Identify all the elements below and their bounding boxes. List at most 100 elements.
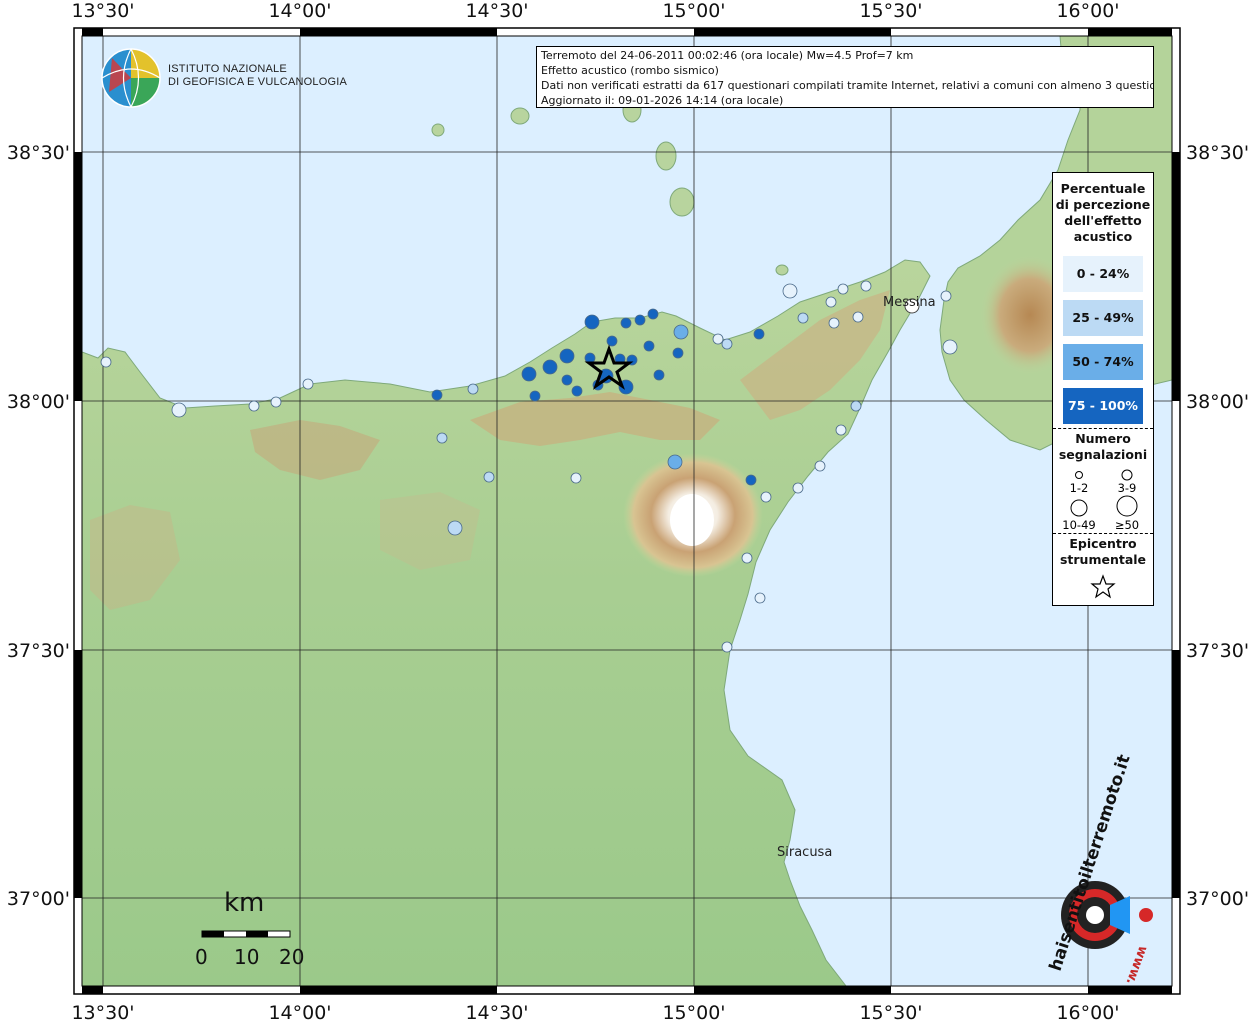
questionnaire-marker xyxy=(828,317,840,329)
siracusa-label: Siracusa xyxy=(777,845,832,860)
institute-name: ISTITUTO NAZIONALE DI GEOFISICA E VULCAN… xyxy=(168,63,347,89)
questionnaire-marker xyxy=(835,424,847,436)
right-tick-label: 38°30' xyxy=(1186,142,1249,164)
right-tick-label: 37°00' xyxy=(1186,888,1249,910)
questionnaire-marker xyxy=(171,402,187,418)
questionnaire-marker xyxy=(467,383,479,395)
legend-separator xyxy=(1053,533,1153,534)
legend-class-25-49: 25 - 49% xyxy=(1063,300,1143,336)
bottom-tick-label: 15°30' xyxy=(859,1002,922,1024)
questionnaire-marker xyxy=(248,400,260,412)
bottom-tick-label: 14°00' xyxy=(268,1002,331,1024)
island-stromboli xyxy=(775,264,789,276)
legend-title-line: Percentuale xyxy=(1060,181,1146,196)
questionnaire-marker xyxy=(653,369,665,381)
questionnaire-marker xyxy=(825,296,837,308)
effect-line: Effetto acustico (rombo sismico) xyxy=(541,64,719,77)
questionnaire-marker xyxy=(634,314,646,326)
questionnaire-marker xyxy=(940,290,952,302)
questionnaire-marker xyxy=(745,474,757,486)
data-note-line: Dati non verificati estratti da 617 ques… xyxy=(541,79,1154,92)
questionnaire-marker xyxy=(782,283,798,299)
legend-class-75-100: 75 - 100% xyxy=(1063,388,1143,424)
legend-title-line: di percezione xyxy=(1055,197,1151,212)
legend-title-line: acustico xyxy=(1073,229,1133,244)
updated-line: Aggiornato il: 09-01-2026 14:14 (ora loc… xyxy=(541,94,784,107)
bottom-tick-label: 14°30' xyxy=(465,1002,528,1024)
legend-count-title-line: Numero xyxy=(1075,431,1131,446)
right-tick-label: 37°30' xyxy=(1186,640,1249,662)
bottom-tick-label: 15°00' xyxy=(662,1002,725,1024)
questionnaire-marker xyxy=(721,338,733,350)
scale-label: 0 xyxy=(195,945,208,969)
ingv-logo xyxy=(101,48,161,108)
questionnaire-marker xyxy=(942,339,958,355)
legend-count-title-line: segnalazioni xyxy=(1058,447,1148,462)
questionnaire-marker xyxy=(850,400,862,412)
island-alicudi xyxy=(431,123,445,137)
bottom-axis-labels: 13°30' 14°00' 14°30' 15°00' 15°30' 16°00… xyxy=(71,1002,1119,1024)
top-axis-labels: 13°30' 14°00' 14°30' 15°00' 15°30' 16°00… xyxy=(71,0,1119,22)
questionnaire-marker xyxy=(570,472,582,484)
questionnaire-marker xyxy=(753,328,765,340)
scale-bar xyxy=(201,930,291,938)
questionnaire-marker xyxy=(561,374,573,386)
legend-title-line: dell'effetto xyxy=(1064,213,1142,228)
legend-star-icon xyxy=(1090,574,1116,599)
questionnaire-marker xyxy=(483,471,495,483)
right-axis-labels: 38°30' 38°00' 37°30' 37°00' xyxy=(1186,142,1249,910)
questionnaire-marker xyxy=(559,348,575,364)
top-tick-label: 13°30' xyxy=(71,0,134,22)
questionnaire-marker xyxy=(620,317,632,329)
questionnaire-marker xyxy=(792,482,804,494)
questionnaire-marker xyxy=(584,314,600,330)
institute-line-1: ISTITUTO NAZIONALE xyxy=(168,63,287,75)
questionnaire-marker xyxy=(447,520,463,536)
left-tick-label: 37°30' xyxy=(7,640,70,662)
scale-label: 10 xyxy=(234,945,260,969)
questionnaire-marker xyxy=(436,432,448,444)
questionnaire-marker xyxy=(712,333,724,345)
questionnaire-marker xyxy=(860,280,872,292)
questionnaire-marker xyxy=(667,454,683,470)
questionnaire-marker xyxy=(606,335,618,347)
right-tick-label: 38°00' xyxy=(1186,391,1249,413)
questionnaire-marker xyxy=(673,324,689,340)
legend-title: Percentuale di percezione dell'effetto a… xyxy=(1053,181,1153,245)
legend-separator xyxy=(1053,428,1153,429)
island-filicudi xyxy=(510,107,530,125)
island-vulcano xyxy=(669,187,695,217)
questionnaire-marker xyxy=(672,347,684,359)
left-tick-label: 37°00' xyxy=(7,888,70,910)
questionnaire-marker xyxy=(852,311,864,323)
bottom-tick-label: 16°00' xyxy=(1056,1002,1119,1024)
questionnaire-marker xyxy=(721,641,733,653)
left-axis-labels: 38°30' 38°00' 37°30' 37°00' xyxy=(7,142,70,910)
questionnaire-marker xyxy=(270,396,282,408)
bottom-tick-label: 13°30' xyxy=(71,1002,134,1024)
scale-label: 20 xyxy=(279,945,305,969)
legend-epicenter-title: Epicentro strumentale xyxy=(1053,536,1153,568)
legend-count-label: ≥50 xyxy=(1115,518,1139,532)
questionnaire-marker xyxy=(431,389,443,401)
legend: Percentuale di percezione dell'effetto a… xyxy=(1052,172,1154,606)
questionnaire-marker xyxy=(797,312,809,324)
questionnaire-marker xyxy=(837,283,849,295)
top-tick-label: 16°00' xyxy=(1056,0,1119,22)
top-tick-label: 15°00' xyxy=(662,0,725,22)
questionnaire-marker xyxy=(647,308,659,320)
legend-size-symbols: 1-2 3-9 10-49 ≥50 xyxy=(1062,469,1139,532)
questionnaire-marker xyxy=(741,552,753,564)
island-panarea xyxy=(655,141,677,171)
legend-count-label: 1-2 xyxy=(1070,481,1089,495)
questionnaire-marker xyxy=(521,366,537,382)
messina-label: Messina xyxy=(883,295,936,310)
event-line: Terremoto del 24-06-2011 00:02:46 (ora l… xyxy=(541,49,914,62)
event-info-box: Terremoto del 24-06-2011 00:02:46 (ora l… xyxy=(536,46,1154,108)
legend-count-label: 10-49 xyxy=(1062,518,1095,532)
legend-count-label: 3-9 xyxy=(1118,481,1137,495)
legend-class-0-24: 0 - 24% xyxy=(1063,256,1143,292)
questionnaire-marker xyxy=(302,378,314,390)
questionnaire-marker xyxy=(571,385,583,397)
questionnaire-marker xyxy=(754,592,766,604)
